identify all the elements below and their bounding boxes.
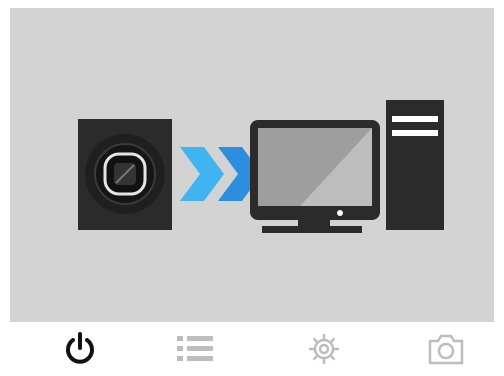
- nav-camera-button[interactable]: [406, 322, 486, 376]
- nav-menu-button[interactable]: [155, 322, 235, 376]
- nav-settings-button[interactable]: [284, 322, 364, 376]
- power-icon: [66, 332, 94, 364]
- nav-power-button[interactable]: [40, 322, 120, 376]
- list-icon: [177, 336, 213, 361]
- connection-screen: [10, 8, 494, 322]
- gear-icon: [309, 334, 339, 364]
- bottom-nav-bar: [0, 322, 504, 376]
- camera-icon: [428, 334, 464, 365]
- connection-illustration: [78, 100, 444, 233]
- camera-module-icon: [78, 119, 172, 230]
- desktop-computer-icon: [250, 100, 444, 233]
